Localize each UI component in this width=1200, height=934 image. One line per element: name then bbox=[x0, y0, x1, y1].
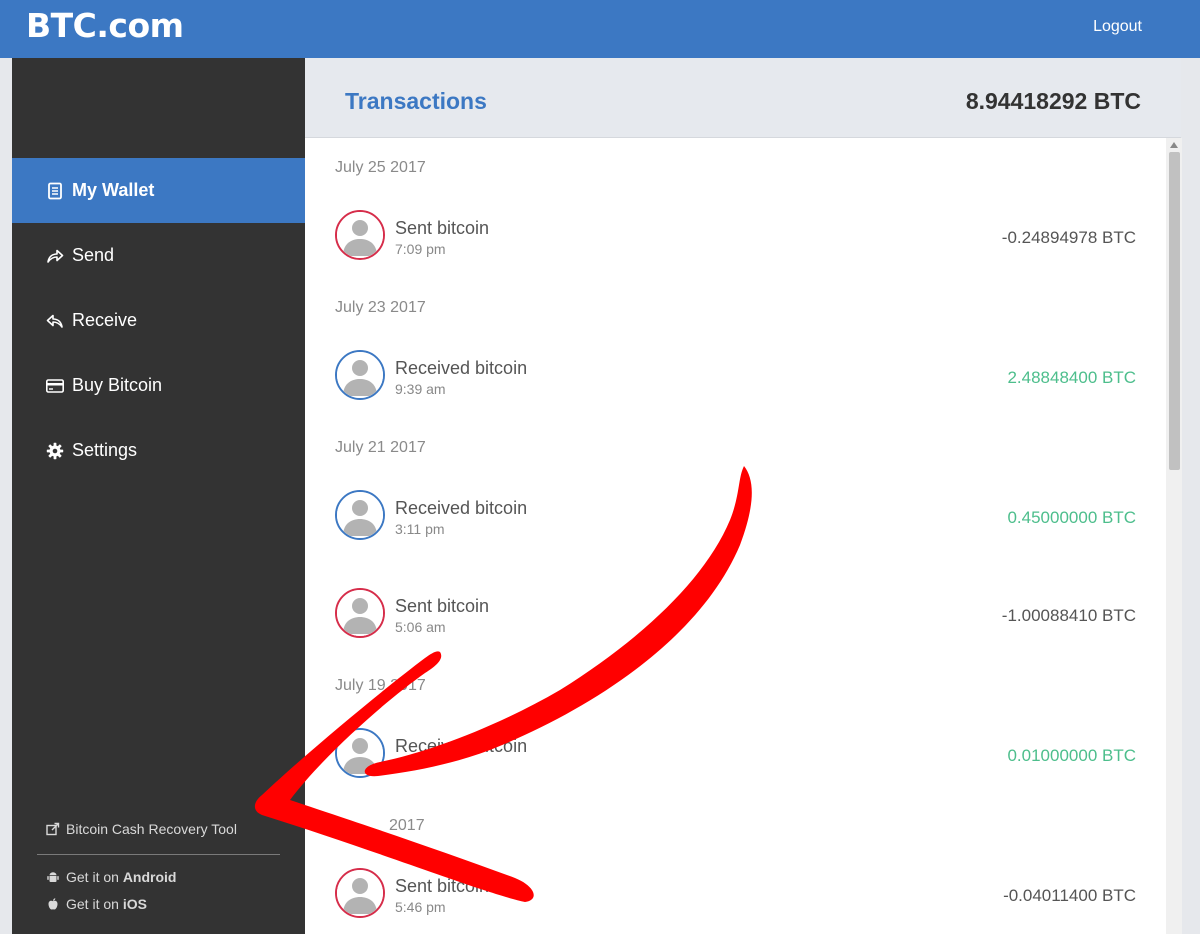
recovery-tool-label: Bitcoin Cash Recovery Tool bbox=[66, 821, 237, 837]
transactions-panel: Transactions 8.94418292 BTC July 25 2017… bbox=[305, 58, 1181, 934]
user-icon bbox=[337, 212, 383, 258]
transaction-row[interactable]: Sent bitcoin 5:06 am -1.00088410 BTC bbox=[335, 588, 1136, 640]
sidebar-divider bbox=[37, 854, 280, 855]
transaction-type: Sent bitcoin bbox=[395, 596, 490, 616]
transaction-amount: -1.00088410 BTC bbox=[1001, 606, 1136, 625]
date-heading: 2017 bbox=[389, 817, 425, 834]
transaction-row[interactable]: Received bitcoin 0.01000000 BTC bbox=[335, 728, 1136, 780]
transaction-time: 9:39 am bbox=[395, 381, 446, 397]
transaction-amount: 0.45000000 BTC bbox=[1007, 508, 1136, 527]
avatar bbox=[335, 868, 385, 918]
android-app-link[interactable]: Get it on Android bbox=[46, 869, 176, 885]
sidebar-item-label: My Wallet bbox=[72, 180, 155, 200]
transaction-row[interactable]: Received bitcoin 9:39 am 2.48848400 BTC bbox=[335, 350, 1136, 402]
transaction-time: 5:46 pm bbox=[395, 899, 446, 915]
credit-card-icon bbox=[46, 377, 64, 395]
transaction-type: Sent bitcoin bbox=[395, 218, 490, 238]
external-link-icon bbox=[46, 822, 60, 836]
date-heading: July 25 2017 bbox=[335, 159, 426, 176]
sidebar-item-label: Receive bbox=[72, 310, 138, 330]
transaction-amount: 0.01000000 BTC bbox=[1007, 746, 1136, 765]
android-label: Android bbox=[122, 869, 177, 885]
page-title: Transactions bbox=[345, 88, 487, 114]
user-icon bbox=[337, 590, 383, 636]
transaction-amount: 2.48848400 BTC bbox=[1007, 368, 1136, 387]
sidebar-item-label: Settings bbox=[72, 440, 138, 460]
transaction-time: 7:09 pm bbox=[395, 241, 446, 257]
gear-icon bbox=[46, 442, 64, 460]
date-heading: July 23 2017 bbox=[335, 299, 426, 316]
transaction-time: 3:11 pm bbox=[395, 521, 445, 537]
transaction-row[interactable]: Sent bitcoin 7:09 pm -0.24894978 BTC bbox=[335, 210, 1136, 262]
sidebar-item-label: Buy Bitcoin bbox=[72, 375, 163, 395]
top-bar: BTC.com Logout bbox=[0, 0, 1200, 58]
sidebar-item-receive[interactable]: Receive bbox=[12, 288, 305, 353]
sidebar-item-settings[interactable]: Settings bbox=[12, 418, 305, 483]
wallet-icon bbox=[46, 182, 64, 200]
receive-icon bbox=[46, 312, 64, 330]
user-icon bbox=[337, 352, 383, 398]
transaction-amount: -0.24894978 BTC bbox=[1001, 228, 1136, 247]
sidebar-item-my-wallet[interactable]: My Wallet bbox=[12, 158, 305, 223]
transaction-type: Received bitcoin bbox=[395, 358, 528, 378]
sidebar-item-buy-bitcoin[interactable]: Buy Bitcoin bbox=[12, 353, 305, 418]
transaction-type: Received bitcoin bbox=[395, 736, 528, 756]
transaction-row[interactable]: Received bitcoin 3:11 pm 0.45000000 BTC bbox=[335, 490, 1136, 542]
android-icon bbox=[47, 872, 59, 882]
bitcoin-cash-recovery-link[interactable]: Bitcoin Cash Recovery Tool bbox=[46, 821, 237, 837]
wallet-balance: 8.94418292 BTC bbox=[965, 88, 1141, 114]
send-icon bbox=[46, 247, 64, 265]
ios-prefix: Get it on bbox=[66, 896, 123, 912]
transaction-amount: -0.04011400 BTC bbox=[1003, 886, 1136, 905]
ios-app-link[interactable]: Get it on iOS bbox=[46, 896, 147, 912]
user-icon bbox=[337, 870, 383, 916]
sidebar-item-send[interactable]: Send bbox=[12, 223, 305, 288]
scrollbar-thumb[interactable] bbox=[1169, 152, 1180, 470]
user-icon bbox=[337, 730, 383, 776]
avatar bbox=[335, 490, 385, 540]
transaction-row[interactable]: Sent bitcoin 5:46 pm -0.04011400 BTC bbox=[335, 868, 1136, 920]
transaction-type: Received bitcoin bbox=[395, 498, 528, 518]
ios-label: iOS bbox=[122, 896, 147, 912]
logout-link[interactable]: Logout bbox=[1093, 18, 1142, 36]
scroll-up-arrow-icon[interactable] bbox=[1170, 142, 1178, 148]
apple-icon bbox=[48, 898, 58, 910]
transaction-time: 5:06 am bbox=[395, 619, 446, 635]
avatar bbox=[335, 728, 385, 778]
avatar bbox=[335, 350, 385, 400]
sidebar-item-label: Send bbox=[72, 245, 115, 265]
date-heading: July 21 2017 bbox=[335, 439, 426, 456]
avatar bbox=[335, 210, 385, 260]
sidebar: My Wallet Send Receive Buy Bitcoin Setti… bbox=[12, 58, 305, 934]
user-icon bbox=[337, 492, 383, 538]
android-prefix: Get it on bbox=[66, 869, 123, 885]
date-heading: July 19 2017 bbox=[335, 677, 426, 694]
page-right-margin bbox=[1182, 58, 1200, 934]
transactions-header: Transactions 8.94418292 BTC bbox=[305, 58, 1181, 138]
transaction-type: Sent bitcoin bbox=[395, 876, 490, 896]
avatar bbox=[335, 588, 385, 638]
btc-logo[interactable]: BTC.com bbox=[26, 6, 184, 45]
